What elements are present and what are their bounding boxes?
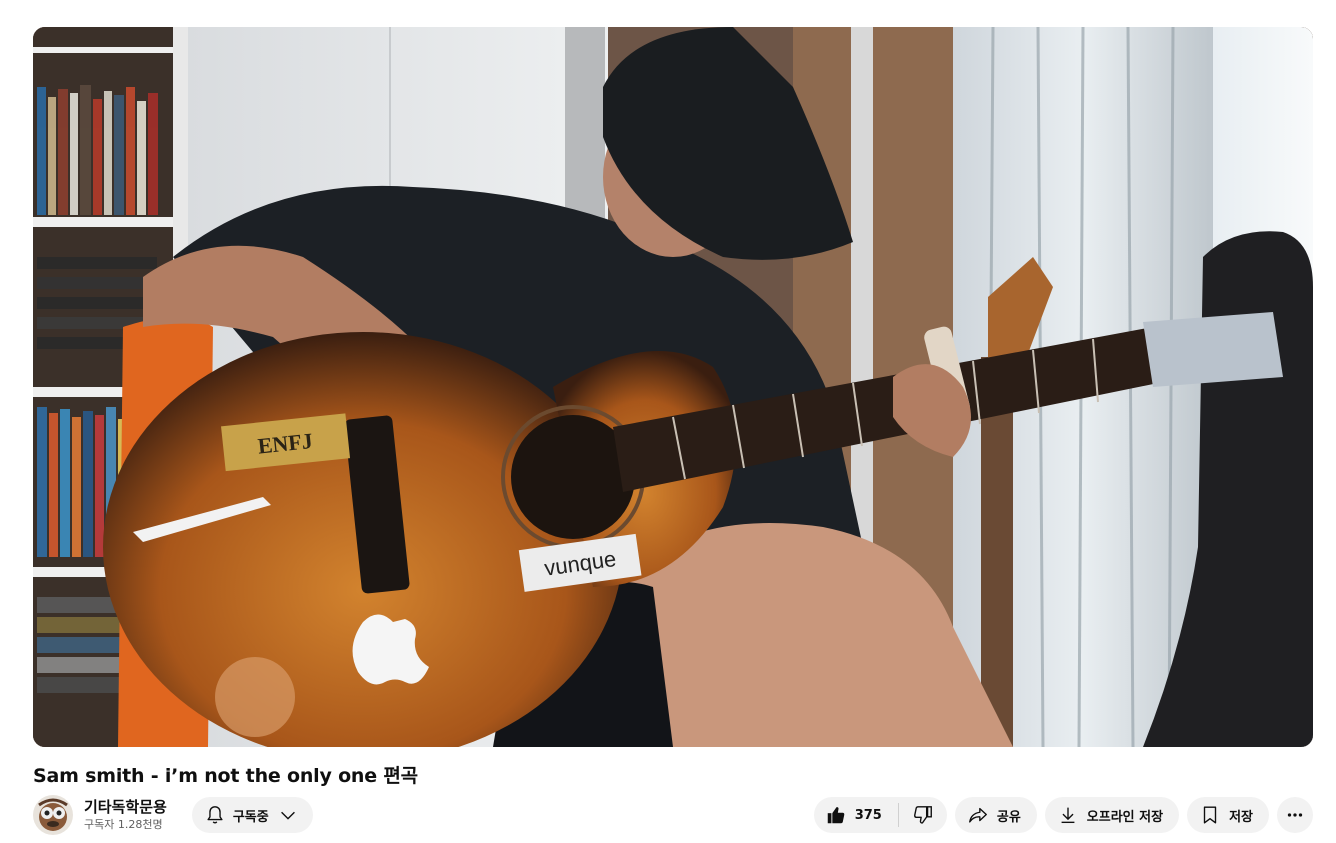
thumbs-up-icon bbox=[827, 807, 845, 824]
subscriber-count: 구독자 1.28천명 bbox=[84, 817, 163, 831]
download-button[interactable]: 오프라인 저장 bbox=[1044, 797, 1180, 833]
like-button[interactable]: 375 bbox=[814, 797, 898, 833]
dislike-button[interactable] bbox=[899, 797, 947, 833]
subscribed-label: 구독중 bbox=[232, 809, 269, 825]
more-actions-button[interactable] bbox=[1277, 797, 1313, 833]
channel-info: 기타독학문용 구독자 1.28천명 bbox=[84, 798, 167, 833]
channel-name[interactable]: 기타독학문용 bbox=[84, 798, 167, 817]
action-buttons: 375 공유 오프라인 저장 저장 bbox=[813, 797, 1313, 833]
share-arrow-icon bbox=[968, 807, 987, 823]
save-button[interactable]: 저장 bbox=[1187, 797, 1269, 833]
video-title: Sam smith - i’m not the only one 편곡 bbox=[33, 765, 418, 787]
download-icon bbox=[1061, 807, 1075, 824]
save-label: 저장 bbox=[1229, 809, 1253, 825]
more-horizontal-icon bbox=[1287, 813, 1303, 817]
like-count: 375 bbox=[854, 807, 882, 823]
chevron-down-icon bbox=[280, 811, 295, 820]
bell-icon bbox=[207, 806, 223, 824]
bookmark-icon bbox=[1203, 806, 1217, 824]
subscribed-button[interactable]: 구독중 bbox=[191, 797, 313, 833]
thumbs-down-icon bbox=[913, 806, 932, 824]
video-frame: ENFJ vunque bbox=[33, 27, 1313, 747]
download-label: 오프라인 저장 bbox=[1086, 809, 1164, 825]
like-dislike-group: 375 bbox=[813, 797, 947, 833]
video-owner: 기타독학문용 구독자 1.28천명 구독중 bbox=[33, 795, 313, 835]
share-label: 공유 bbox=[996, 809, 1021, 825]
video-player[interactable]: ENFJ vunque bbox=[33, 27, 1313, 747]
channel-avatar[interactable] bbox=[33, 795, 73, 835]
share-button[interactable]: 공유 bbox=[954, 797, 1037, 833]
